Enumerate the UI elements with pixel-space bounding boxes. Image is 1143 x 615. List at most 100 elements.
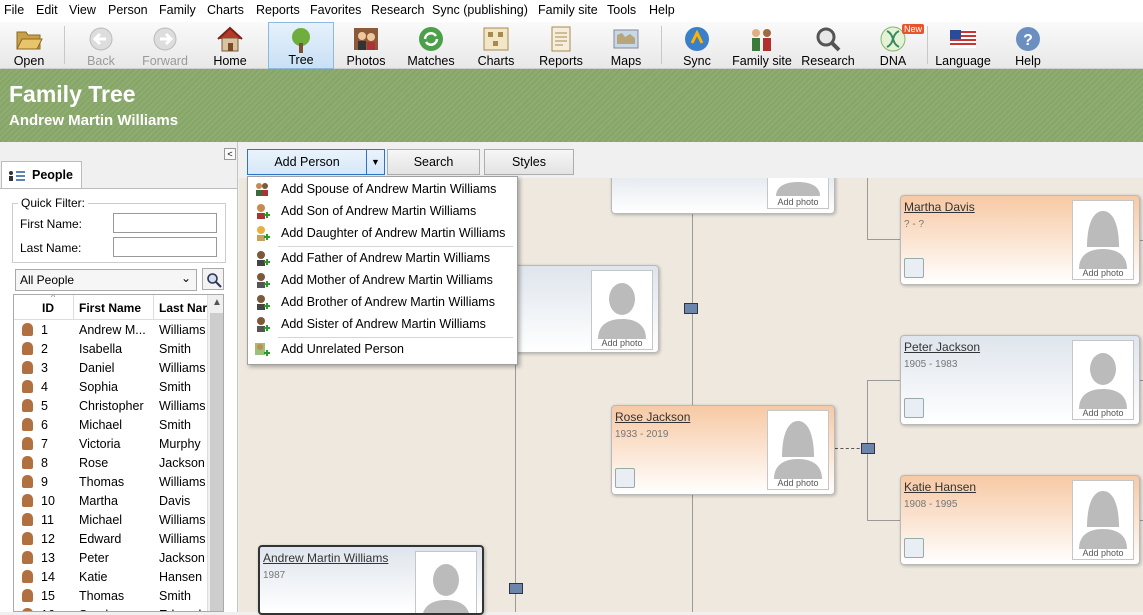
dropdown-arrow-icon[interactable]: ▼ — [367, 150, 384, 174]
table-row[interactable]: 4 Sophia Smith — [14, 377, 207, 396]
table-row[interactable]: 11 Michael Williams — [14, 510, 207, 529]
menu-item-add-mother[interactable]: Add Mother of Andrew Martin Williams — [248, 269, 517, 291]
menu-charts[interactable]: Charts — [207, 3, 244, 17]
person-card-katie-hansen[interactable]: Katie Hansen 1908 - 1995 Add photo — [900, 475, 1140, 565]
photo-placeholder[interactable]: Add photo — [591, 270, 653, 350]
last-name-input[interactable] — [113, 237, 217, 257]
table-row[interactable]: 6 Michael Smith — [14, 415, 207, 434]
table-row[interactable]: 5 Christopher Williams — [14, 396, 207, 415]
tab-people[interactable]: People — [1, 161, 82, 189]
table-row[interactable]: 7 Victoria Murphy — [14, 434, 207, 453]
table-row[interactable]: 9 Thomas Williams — [14, 472, 207, 491]
person-name[interactable]: Rose Jackson — [615, 410, 690, 424]
menu-favorites[interactable]: Favorites — [310, 3, 361, 17]
gravestone-icon[interactable] — [904, 258, 924, 278]
table-scrollbar[interactable]: ▲ — [207, 295, 223, 611]
styles-button[interactable]: Styles — [484, 149, 574, 175]
column-header-last-name[interactable]: Last Nar — [159, 301, 207, 315]
menu-research[interactable]: Research — [371, 3, 425, 17]
menu-reports[interactable]: Reports — [256, 3, 300, 17]
forward-button[interactable]: Forward — [136, 22, 194, 69]
menu-item-add-unrelated[interactable]: Add Unrelated Person — [248, 338, 517, 360]
table-row[interactable]: 10 Martha Davis — [14, 491, 207, 510]
table-row[interactable]: 8 Rose Jackson — [14, 453, 207, 472]
table-row[interactable]: 14 Katie Hansen — [14, 567, 207, 586]
menu-item-add-father[interactable]: Add Father of Andrew Martin Williams — [248, 247, 517, 269]
menu-file[interactable]: File — [4, 3, 24, 17]
table-row[interactable]: 13 Peter Jackson — [14, 548, 207, 567]
column-header-first-name[interactable]: First Name — [79, 301, 141, 315]
filter-search-button[interactable] — [202, 268, 224, 290]
add-person-button[interactable]: Add Person ▼ — [247, 149, 385, 175]
cell-id: 16 — [41, 608, 55, 611]
menu-item-add-daughter[interactable]: Add Daughter of Andrew Martin Williams — [248, 222, 517, 244]
cell-id: 4 — [41, 380, 48, 394]
table-row[interactable]: 16 Sandra Edwards — [14, 605, 208, 611]
table-row[interactable]: 2 Isabella Smith — [14, 339, 207, 358]
people-filter-select[interactable]: All People ⌄ — [15, 269, 197, 291]
table-row[interactable]: 15 Thomas Smith — [14, 586, 207, 605]
maps-button[interactable]: Maps — [596, 22, 656, 69]
cell-id: 9 — [41, 475, 48, 489]
menu-item-add-son[interactable]: Add Son of Andrew Martin Williams — [248, 200, 517, 222]
photo-placeholder[interactable] — [415, 551, 477, 613]
charts-button[interactable]: Charts — [466, 22, 526, 69]
menu-item-add-spouse[interactable]: Add Spouse of Andrew Martin Williams — [248, 178, 517, 200]
scrollbar-thumb[interactable] — [210, 313, 223, 611]
first-name-input[interactable] — [113, 213, 217, 233]
menu-tools[interactable]: Tools — [607, 3, 636, 17]
menu-sync[interactable]: Sync (publishing) — [432, 3, 528, 17]
person-name[interactable]: Peter Jackson — [904, 340, 980, 354]
help-button[interactable]: ? Help — [1000, 22, 1056, 69]
search-button[interactable]: Search — [387, 149, 480, 175]
back-button[interactable]: Back — [72, 22, 130, 69]
person-card-rose-jackson[interactable]: Rose Jackson 1933 - 2019 Add photo — [611, 405, 835, 495]
menu-item-add-brother[interactable]: Add Brother of Andrew Martin Williams — [248, 291, 517, 313]
person-name[interactable]: Katie Hansen — [904, 480, 976, 494]
photo-placeholder[interactable]: Add photo — [1072, 480, 1134, 560]
menu-edit[interactable]: Edit — [36, 3, 58, 17]
dna-button[interactable]: New DNA — [864, 22, 925, 69]
person-icon — [22, 456, 33, 469]
matches-button[interactable]: Matches — [400, 22, 462, 69]
open-button[interactable]: Open — [2, 22, 56, 69]
gravestone-icon[interactable] — [904, 398, 924, 418]
language-button[interactable]: Language — [932, 22, 994, 69]
family-site-button[interactable]: Family site — [730, 22, 794, 69]
cell-first-name: Thomas — [79, 475, 125, 489]
gravestone-icon[interactable] — [615, 468, 635, 488]
menu-view[interactable]: View — [69, 3, 96, 17]
toolbar: Open Back Forward Home Tree Photos Match… — [0, 22, 1143, 69]
person-card-andrew-martin-williams[interactable]: Andrew Martin Williams 1987 — [258, 545, 484, 615]
menu-help[interactable]: Help — [649, 3, 675, 17]
menu-family[interactable]: Family — [159, 3, 196, 17]
tree-button[interactable]: Tree — [268, 22, 334, 69]
person-name[interactable]: Andrew Martin Williams — [263, 551, 388, 565]
person-card-martha-davis[interactable]: Martha Davis ? - ? Add photo — [900, 195, 1140, 285]
research-button[interactable]: Research — [798, 22, 858, 69]
photo-placeholder[interactable]: Add photo — [767, 410, 829, 490]
table-row[interactable]: 3 Daniel Williams — [14, 358, 207, 377]
menu-item-add-sister[interactable]: Add Sister of Andrew Martin Williams — [248, 313, 517, 335]
toolbar-separator — [661, 26, 662, 64]
expand-branch-icon[interactable] — [861, 443, 875, 454]
person-card-peter-jackson[interactable]: Peter Jackson 1905 - 1983 Add photo — [900, 335, 1140, 425]
expand-branch-icon[interactable] — [509, 583, 523, 594]
table-row[interactable]: 12 Edward Williams — [14, 529, 207, 548]
scroll-up-icon[interactable]: ▲ — [212, 297, 222, 308]
arrow-right-icon — [153, 27, 177, 51]
menu-person[interactable]: Person — [108, 3, 148, 17]
photo-placeholder[interactable]: Add photo — [1072, 340, 1134, 420]
photos-button[interactable]: Photos — [336, 22, 396, 69]
column-header-id[interactable]: ID — [42, 301, 54, 315]
expand-branch-icon[interactable] — [684, 303, 698, 314]
sync-button[interactable]: Sync — [668, 22, 726, 69]
table-row[interactable]: 1 Andrew M... Williams — [14, 320, 207, 339]
menu-family-site[interactable]: Family site — [538, 3, 598, 17]
gravestone-icon[interactable] — [904, 538, 924, 558]
home-button[interactable]: Home — [200, 22, 260, 69]
person-name[interactable]: Martha Davis — [904, 200, 975, 214]
collapse-panel-button[interactable]: < — [224, 148, 236, 160]
reports-button[interactable]: Reports — [530, 22, 592, 69]
photo-placeholder[interactable]: Add photo — [1072, 200, 1134, 280]
